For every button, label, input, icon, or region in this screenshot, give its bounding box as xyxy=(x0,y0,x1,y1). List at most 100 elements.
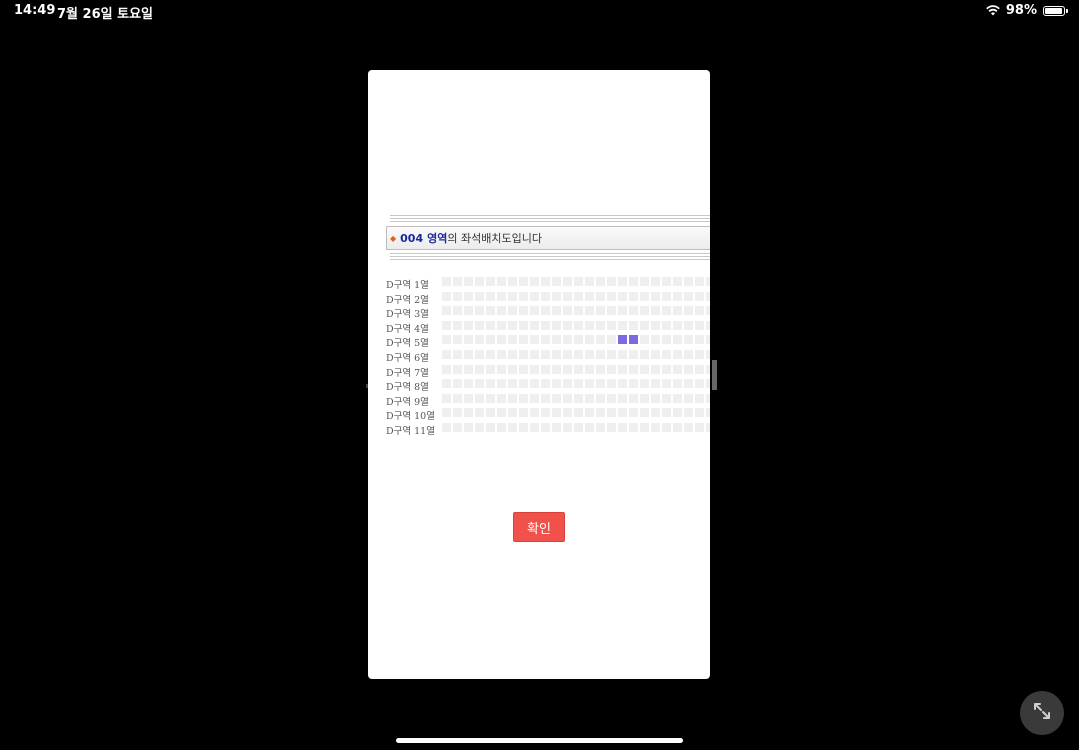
seat xyxy=(453,335,462,345)
seat xyxy=(453,393,462,403)
seat xyxy=(662,277,671,286)
seat xyxy=(706,393,710,403)
seat-map-modal: ◆ 004 영역 의 좌석배치도입니다 D구역 1열 D구역 2열 D구역 3열 D구… xyxy=(368,70,710,679)
seat xyxy=(552,277,561,286)
seat xyxy=(695,349,704,359)
seat xyxy=(552,306,561,316)
seat xyxy=(684,422,693,432)
seat xyxy=(475,393,484,403)
seat xyxy=(607,335,616,345)
seat xyxy=(640,393,649,403)
seat-row: D구역 11열 xyxy=(386,422,710,437)
seat xyxy=(464,335,473,345)
seat xyxy=(574,277,583,286)
status-time: 14:49 xyxy=(14,3,56,18)
seat xyxy=(640,408,649,418)
seat xyxy=(629,393,638,403)
seat xyxy=(585,393,594,403)
seat xyxy=(618,277,627,286)
seat xyxy=(585,320,594,330)
seat xyxy=(497,349,506,359)
seat xyxy=(486,277,495,286)
seat xyxy=(486,291,495,301)
seat xyxy=(629,277,638,286)
seat xyxy=(486,320,495,330)
seat xyxy=(662,349,671,359)
seat xyxy=(453,408,462,418)
seat xyxy=(662,335,671,345)
seat xyxy=(607,291,616,301)
seat xyxy=(695,335,704,345)
seat xyxy=(563,320,572,330)
seat xyxy=(541,335,550,345)
seat-row: D구역 8열 xyxy=(386,378,710,393)
seat xyxy=(464,291,473,301)
seat xyxy=(574,306,583,316)
seat xyxy=(607,349,616,359)
seat xyxy=(508,335,517,345)
seat-available[interactable] xyxy=(618,335,627,345)
seat xyxy=(464,364,473,374)
seat xyxy=(684,408,693,418)
seat xyxy=(618,379,627,389)
seat xyxy=(673,422,682,432)
seat xyxy=(706,306,710,316)
seat xyxy=(585,349,594,359)
seat xyxy=(442,422,451,432)
seat xyxy=(442,335,451,345)
seat xyxy=(541,364,550,374)
seat xyxy=(662,364,671,374)
seat xyxy=(552,335,561,345)
seat xyxy=(486,393,495,403)
expand-button[interactable] xyxy=(1020,691,1064,735)
seat xyxy=(541,349,550,359)
seat xyxy=(574,320,583,330)
seat xyxy=(563,291,572,301)
seat xyxy=(585,408,594,418)
seat xyxy=(596,422,605,432)
seat xyxy=(453,320,462,330)
seat xyxy=(453,306,462,316)
seat xyxy=(640,379,649,389)
seat xyxy=(563,393,572,403)
scroll-indicator[interactable] xyxy=(712,360,717,390)
seat xyxy=(618,306,627,316)
seat xyxy=(662,291,671,301)
seat xyxy=(607,306,616,316)
seat xyxy=(695,379,704,389)
seat xyxy=(651,393,660,403)
seat xyxy=(475,422,484,432)
seat xyxy=(464,349,473,359)
seat xyxy=(464,422,473,432)
seat xyxy=(574,422,583,432)
seat xyxy=(497,306,506,316)
seat-row: D구역 3열 xyxy=(386,305,710,320)
seat xyxy=(563,306,572,316)
seat xyxy=(453,364,462,374)
seat xyxy=(673,393,682,403)
seat xyxy=(574,291,583,301)
seat xyxy=(508,393,517,403)
seat xyxy=(541,393,550,403)
seat xyxy=(607,364,616,374)
seat xyxy=(629,291,638,301)
home-indicator[interactable] xyxy=(396,738,683,743)
seat xyxy=(673,408,682,418)
seat xyxy=(684,306,693,316)
seat xyxy=(530,393,539,403)
seat xyxy=(596,408,605,418)
battery-percent: 98% xyxy=(1005,3,1037,18)
seat xyxy=(563,379,572,389)
confirm-button[interactable]: 확인 xyxy=(513,512,565,542)
seat xyxy=(530,277,539,286)
seat xyxy=(684,320,693,330)
seat xyxy=(563,422,572,432)
seat xyxy=(651,277,660,286)
seat xyxy=(673,379,682,389)
seat-available[interactable] xyxy=(629,335,638,345)
row-label: D구역 9열 xyxy=(386,396,429,408)
seat xyxy=(552,379,561,389)
seat xyxy=(651,422,660,432)
seat xyxy=(541,306,550,316)
seat xyxy=(695,291,704,301)
